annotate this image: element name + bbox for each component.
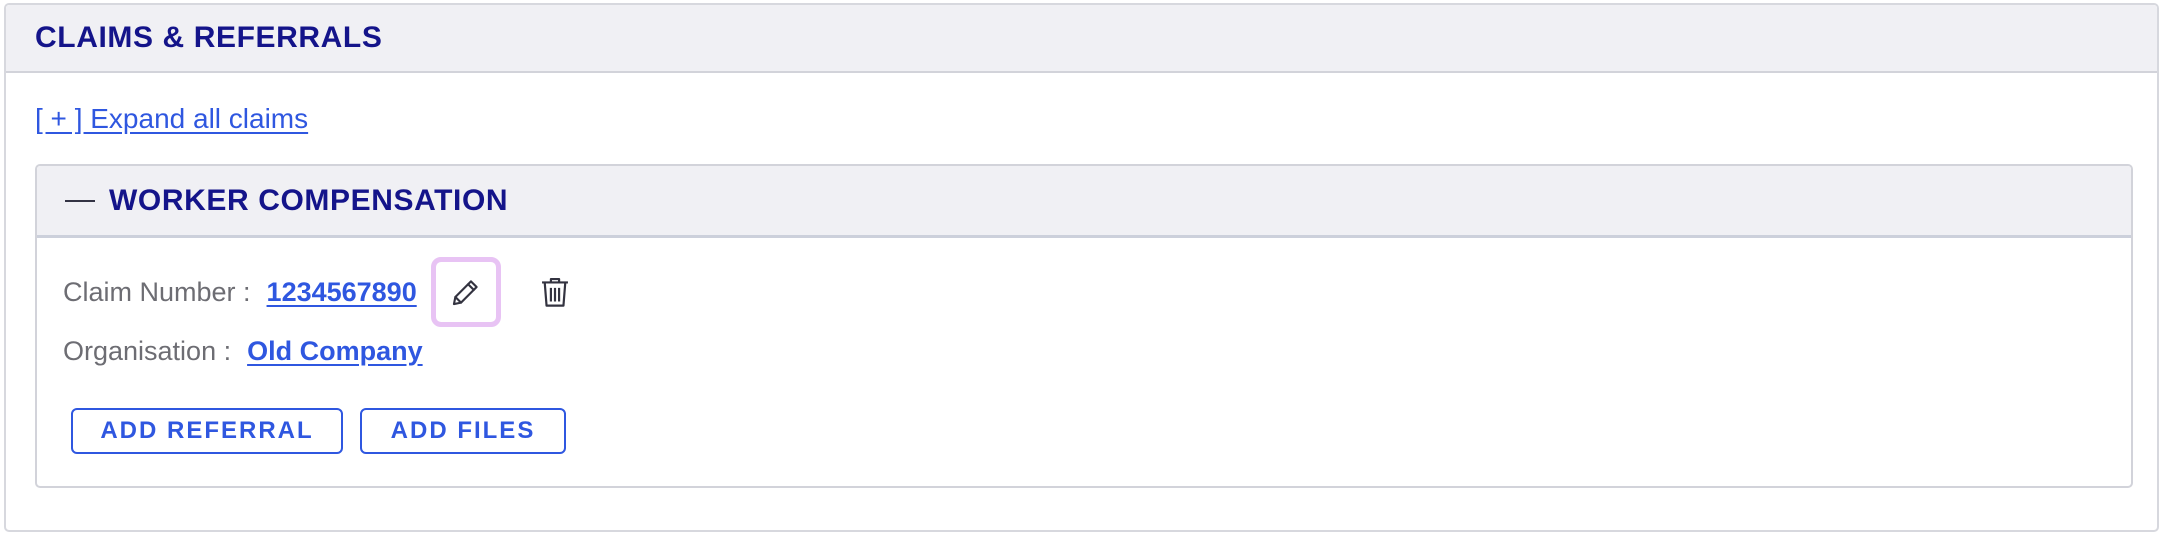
expand-all-claims-link[interactable]: [ + ] Expand all claims [35, 103, 308, 135]
claim-header: WORKER COMPENSATION [37, 166, 2131, 238]
claim-card: WORKER COMPENSATION Claim Number : 12345… [35, 164, 2133, 488]
trash-icon [541, 277, 568, 307]
organisation-link[interactable]: Old Company [247, 336, 423, 367]
organisation-row: Organisation : Old Company [63, 326, 423, 376]
minus-icon [65, 199, 95, 202]
organisation-label: Organisation : [63, 335, 232, 366]
add-files-button[interactable]: ADD FILES [360, 408, 566, 454]
panel-title: CLAIMS & REFERRALS [35, 21, 383, 54]
panel-header: CLAIMS & REFERRALS [6, 5, 2157, 73]
claim-actions: ADD REFERRAL ADD FILES [71, 408, 566, 454]
edit-claim-button[interactable] [430, 257, 501, 327]
claim-number-label: Claim Number : [63, 276, 251, 307]
collapse-toggle-minus-icon[interactable] [65, 186, 95, 216]
pencil-icon [452, 280, 478, 306]
claim-number-link[interactable]: 1234567890 [267, 277, 417, 308]
delete-claim-button[interactable] [535, 272, 575, 312]
claims-referrals-panel: CLAIMS & REFERRALS [ + ] Expand all clai… [4, 3, 2159, 532]
claim-number-row: Claim Number : 1234567890 [63, 257, 575, 327]
claim-title: WORKER COMPENSATION [109, 183, 509, 217]
add-referral-button[interactable]: ADD REFERRAL [71, 408, 343, 454]
